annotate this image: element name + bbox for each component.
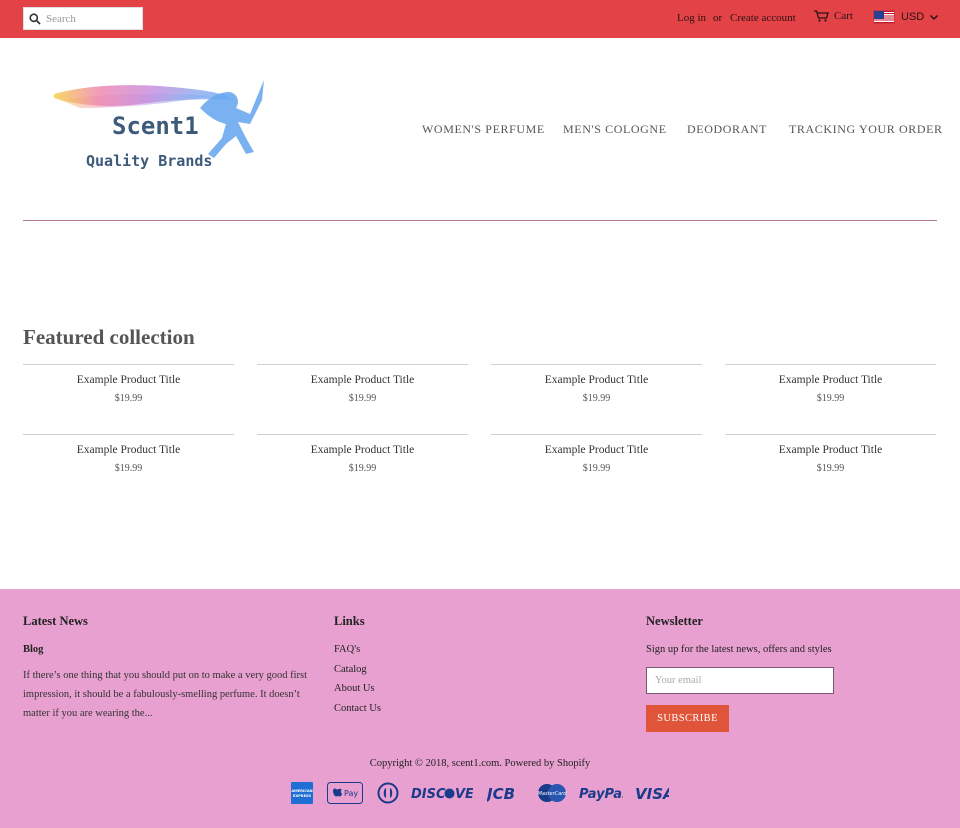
product-price: $19.99 bbox=[816, 393, 845, 404]
nav-deodorant[interactable]: DEODORANT bbox=[687, 122, 767, 137]
cart-link[interactable]: Cart bbox=[814, 10, 853, 22]
us-flag-icon bbox=[873, 10, 895, 24]
newsletter-heading: Newsletter bbox=[646, 614, 703, 628]
chevron-down-icon bbox=[930, 14, 939, 20]
logo-text-line1: Scent1 bbox=[112, 112, 199, 140]
search-input[interactable] bbox=[46, 12, 136, 25]
product-price: $19.99 bbox=[816, 463, 845, 474]
currency-selector[interactable]: USD bbox=[873, 10, 939, 24]
product-price: $19.99 bbox=[582, 393, 611, 404]
product-title[interactable]: Example Product Title bbox=[23, 374, 234, 386]
newsletter-email-input[interactable] bbox=[646, 667, 834, 694]
create-account-link[interactable]: Create account bbox=[730, 12, 796, 24]
site-logo[interactable]: Scent1 Quality Brands bbox=[50, 78, 270, 178]
subscribe-button[interactable]: SUBSCRIBE bbox=[646, 705, 729, 732]
product-price: $19.99 bbox=[114, 393, 143, 404]
product-card[interactable]: Example Product Title $19.99 bbox=[257, 434, 468, 474]
product-price: $19.99 bbox=[348, 393, 377, 404]
product-card[interactable]: Example Product Title $19.99 bbox=[725, 364, 936, 404]
svg-text:MasterCard: MasterCard bbox=[538, 791, 567, 797]
product-card[interactable]: Example Product Title $19.99 bbox=[491, 364, 702, 404]
footer-link-catalog[interactable]: Catalog bbox=[334, 664, 381, 684]
svg-text:PayPal: PayPal bbox=[579, 787, 623, 802]
blog-title-link[interactable]: Blog bbox=[23, 644, 43, 655]
product-card[interactable]: Example Product Title $19.99 bbox=[23, 434, 234, 474]
svg-text:JCB: JCB bbox=[487, 785, 515, 803]
product-price: $19.99 bbox=[582, 463, 611, 474]
product-title[interactable]: Example Product Title bbox=[23, 444, 234, 456]
nav-mens-cologne[interactable]: MEN'S COLOGNE bbox=[563, 122, 667, 137]
paypal-icon: PayPal bbox=[579, 782, 623, 804]
amex-icon: AMERICAN EXPRESS bbox=[291, 782, 313, 804]
search-icon[interactable] bbox=[24, 8, 46, 29]
logo-text-line2: Quality Brands bbox=[86, 152, 212, 170]
product-card[interactable]: Example Product Title $19.99 bbox=[257, 364, 468, 404]
cart-icon bbox=[814, 10, 829, 22]
search-box[interactable] bbox=[23, 7, 143, 30]
svg-text:DISC: DISC bbox=[411, 787, 446, 802]
footer-link-faqs[interactable]: FAQ's bbox=[334, 644, 381, 664]
product-card[interactable]: Example Product Title $19.99 bbox=[23, 364, 234, 404]
login-link[interactable]: Log in bbox=[677, 12, 706, 24]
site-footer: Latest News Blog If there’s one thing th… bbox=[0, 589, 960, 828]
latest-news-heading: Latest News bbox=[23, 614, 88, 628]
discover-icon: DISC VER bbox=[411, 782, 473, 804]
product-title[interactable]: Example Product Title bbox=[257, 374, 468, 386]
product-title[interactable]: Example Product Title bbox=[725, 374, 936, 386]
cart-label: Cart bbox=[834, 10, 853, 22]
svg-text:VER: VER bbox=[455, 787, 473, 802]
newsletter-text: Sign up for the latest news, offers and … bbox=[646, 644, 832, 655]
product-card[interactable]: Example Product Title $19.99 bbox=[491, 434, 702, 474]
product-card[interactable]: Example Product Title $19.99 bbox=[725, 434, 936, 474]
links-heading: Links bbox=[334, 614, 365, 628]
product-price: $19.99 bbox=[348, 463, 377, 474]
nav-womens-perfume[interactable]: WOMEN'S PERFUME bbox=[422, 122, 545, 137]
footer-links: FAQ's Catalog About Us Contact Us bbox=[334, 644, 381, 722]
svg-text:AMERICAN: AMERICAN bbox=[291, 789, 312, 793]
currency-label: USD bbox=[901, 11, 925, 23]
header-divider bbox=[23, 220, 937, 221]
footer-link-contact-us[interactable]: Contact Us bbox=[334, 703, 381, 723]
diners-club-icon bbox=[377, 782, 399, 804]
mastercard-icon: MasterCard bbox=[537, 782, 567, 804]
product-title[interactable]: Example Product Title bbox=[491, 374, 702, 386]
product-price: $19.99 bbox=[114, 463, 143, 474]
apple-pay-icon: Pay bbox=[327, 782, 363, 804]
payment-icons: AMERICANEXPRESS Pay DISC VER JCB MasterCa… bbox=[0, 782, 960, 804]
svg-text:Pay: Pay bbox=[344, 789, 358, 798]
product-title[interactable]: Example Product Title bbox=[725, 444, 936, 456]
product-title[interactable]: Example Product Title bbox=[491, 444, 702, 456]
footer-link-about-us[interactable]: About Us bbox=[334, 683, 381, 703]
nav-tracking-order[interactable]: TRACKING YOUR ORDER bbox=[789, 122, 943, 137]
jcb-icon: JCB bbox=[487, 782, 525, 804]
visa-icon: VISA bbox=[635, 782, 669, 804]
section-title: Featured collection bbox=[23, 325, 195, 349]
or-text: or bbox=[713, 12, 723, 24]
svg-text:EXPRESS: EXPRESS bbox=[293, 794, 312, 798]
blog-excerpt: If there’s one thing that you should put… bbox=[23, 670, 308, 719]
svg-text:VISA: VISA bbox=[635, 785, 669, 803]
product-title[interactable]: Example Product Title bbox=[257, 444, 468, 456]
top-bar: Log in or Create account Cart USD bbox=[0, 0, 960, 38]
copyright-text: Copyright © 2018, scent1.com. Powered by… bbox=[369, 758, 591, 769]
